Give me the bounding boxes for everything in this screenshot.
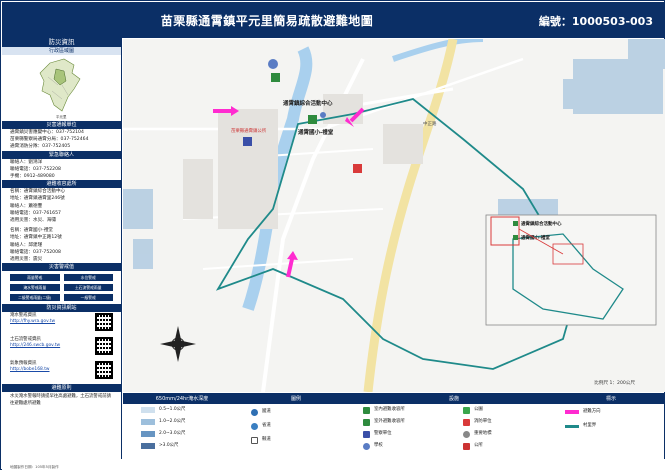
web-heading: 防災資訊網站 <box>2 304 121 313</box>
shelter-line: 名稱：通霄國小-禮堂 <box>10 228 54 234</box>
shelter-line: 名稱：通霄鎮綜合活動中心 <box>10 189 66 195</box>
police-icon <box>243 137 252 146</box>
map-legend: 650mm/24hr淹水深度 圖例 設施 標示 0.5~1.0公尺 1.0~2.… <box>123 393 665 459</box>
info-sidebar: 防災資訊 行政區域圖 平元里 災害通報單位 通霄鎮災害應變中心：037-7521… <box>2 38 122 459</box>
shelter-line: 地址：通霄鎮中正路12號 <box>10 235 62 241</box>
map-code: 編號：1000503-003 <box>538 15 653 28</box>
warn-rain-label: 雨量警戒 <box>10 274 60 282</box>
facility-item: 學校 <box>363 442 383 450</box>
road-item: 縣道 <box>251 436 271 444</box>
fire-station-icon <box>463 418 470 426</box>
footer: 地圖製作日期：105年5月製作 <box>2 459 665 470</box>
landmark-icon <box>463 430 470 438</box>
evacuation-map[interactable]: 通霄鎮綜合活動中心 通霄國小-禮堂 苗栗縣通霄鎮公所 中正路 通霄鎮綜合活動中心… <box>123 39 665 392</box>
legend-roads-heading: 圖例 <box>241 394 351 404</box>
warning-heading: 災害警戒值 <box>2 263 121 272</box>
contact-line: 聯絡人：劉鴻洋 <box>10 159 43 165</box>
svg-text:苗栗縣通霄鎮公所: 苗栗縣通霄鎮公所 <box>231 127 267 134</box>
unit-line: 苗栗縣警察局通霄分局：037-752464 <box>10 137 89 143</box>
facility-item: 室內避難收容所 <box>363 406 405 414</box>
shelter-line: 聯絡人：邱建瑾 <box>10 242 43 248</box>
admin-area-map: 平元里 <box>2 55 121 121</box>
depth-item: 0.5~1.0公尺 <box>141 406 185 414</box>
warning-grid: 雨量警戒 水位警戒 淹水警戒雨量 土石流警戒雨量 二級警戒雨量(二級) 一級警戒 <box>2 271 121 304</box>
facility-item: 公所 <box>463 442 483 450</box>
depth-swatch <box>141 407 155 413</box>
facility-item: 公園 <box>463 406 483 414</box>
qr-code-icon <box>95 337 113 356</box>
web-item: 氣象預報資訊 http://bobe168.tw <box>2 360 121 384</box>
warn-row3a: 一級警戒 <box>63 294 113 302</box>
police-icon <box>363 430 370 438</box>
map-label: 通霄國小-禮堂 <box>298 128 334 136</box>
facility-item: 室外避難收容所 <box>363 418 405 426</box>
warn-row2: 二級警戒雨量(二級) <box>10 294 60 302</box>
unit-line: 通霄鎮災害應變中心：037-752104 <box>10 130 84 135</box>
warn-level-label: 水位警戒 <box>63 274 113 282</box>
unit-line: 通霄消防分隊：037-752405 <box>10 144 71 150</box>
web-link[interactable]: http://246.swcb.gov.tw <box>10 343 95 349</box>
facility-item: 重要地標 <box>463 430 492 438</box>
evacuation-arrow <box>286 258 294 278</box>
svg-text:平元里: 平元里 <box>56 114 67 119</box>
road-item: 國道 <box>251 408 271 416</box>
shelter-icon <box>308 115 317 124</box>
web-link[interactable]: http://bobe168.tw <box>10 367 95 373</box>
depth-item: >3.0公尺 <box>141 442 178 450</box>
mark-item: 村里界 <box>565 422 596 430</box>
scale-text: 比例尺 1：200公尺 <box>594 381 635 386</box>
compass-icon <box>160 326 196 362</box>
web-item: 土石流警戒資訊 http://246.swcb.gov.tw <box>2 336 121 360</box>
web-link[interactable]: http://fhy.wra.gov.tw <box>10 319 95 325</box>
legend-facilities-heading: 設施 <box>351 394 557 404</box>
office-icon <box>463 442 470 450</box>
facility-item: 消防單位 <box>463 418 492 426</box>
shelter-line: 聯絡人：蕭德豐 <box>10 203 43 209</box>
evacuation-note: 水災淹水警報時請提早往高處避難，土石流警戒前請往避難處所避難 <box>10 394 111 406</box>
qr-code-icon <box>95 313 113 332</box>
warn-row1: 淹水警戒雨量 <box>10 284 60 292</box>
svg-text:通霄鎮綜合活動中心: 通霄鎮綜合活動中心 <box>521 220 562 227</box>
shelter-line: 聯絡電話：037-761657 <box>10 210 61 216</box>
shelter-heading: 避難收容處所 <box>2 180 121 189</box>
contact-line: 聯絡電話：037-752208 <box>10 166 61 172</box>
svg-text:中正路: 中正路 <box>423 120 437 127</box>
qr-code-icon <box>95 361 113 380</box>
disaster-info-heading: 防災資訊 <box>2 38 121 47</box>
school-icon <box>363 442 370 450</box>
fire-station-icon <box>353 164 362 173</box>
shelter-icon <box>271 73 280 82</box>
contact-heading: 緊急聯絡人 <box>2 150 121 159</box>
map-poster: 苗栗縣通霄鎮平元里簡易疏散避難地圖 編號：1000503-003 防災資訊 行政… <box>0 0 665 470</box>
legend-marks-heading: 標示 <box>557 394 665 404</box>
svg-text:通霄國小-禮堂: 通霄國小-禮堂 <box>521 234 550 241</box>
page-title: 苗栗縣通霄鎮平元里簡易疏散避難地圖 <box>160 14 374 28</box>
road-item: 省道 <box>251 422 271 430</box>
depth-item: 1.0~2.0公尺 <box>141 418 185 426</box>
depth-item: 2.0~3.0公尺 <box>141 430 185 438</box>
inset-map: 通霄鎮綜合活動中心 通霄國小-禮堂 <box>485 214 657 326</box>
park-icon <box>463 406 470 414</box>
legend-depth-heading: 650mm/24hr淹水深度 <box>123 394 241 404</box>
shelter-line: 適用災害：水災、海嘯 <box>10 218 56 224</box>
shelter-line: 適用災害：震災 <box>10 257 43 263</box>
facility-item: 警察單位 <box>363 430 392 438</box>
arrow-icon <box>565 410 579 414</box>
web-item: 淹水警戒資訊 http://fhy.wra.gov.tw <box>2 312 121 336</box>
shelter-line: 地址：通霄鎮通霄里246號 <box>10 196 65 202</box>
school-icon <box>268 59 278 69</box>
contact-line: 手機：0912-489080 <box>10 174 55 180</box>
report-units-heading: 災害通報單位 <box>2 121 121 129</box>
note-heading: 避難原則 <box>2 384 121 393</box>
admin-area-heading: 行政區域圖 <box>2 47 121 55</box>
shelter-line: 聯絡電話：037-752008 <box>10 249 61 255</box>
title-bar: 苗栗縣通霄鎮平元里簡易疏散避難地圖 編號：1000503-003 <box>2 2 665 38</box>
map-label: 通霄鎮綜合活動中心 <box>283 99 333 107</box>
warn-row1b: 土石流警戒雨量 <box>63 284 113 292</box>
shelter-icon <box>363 406 370 414</box>
footer-text: 地圖製作日期：105年5月製作 <box>10 465 59 469</box>
mark-item: 避難方向 <box>565 408 601 416</box>
